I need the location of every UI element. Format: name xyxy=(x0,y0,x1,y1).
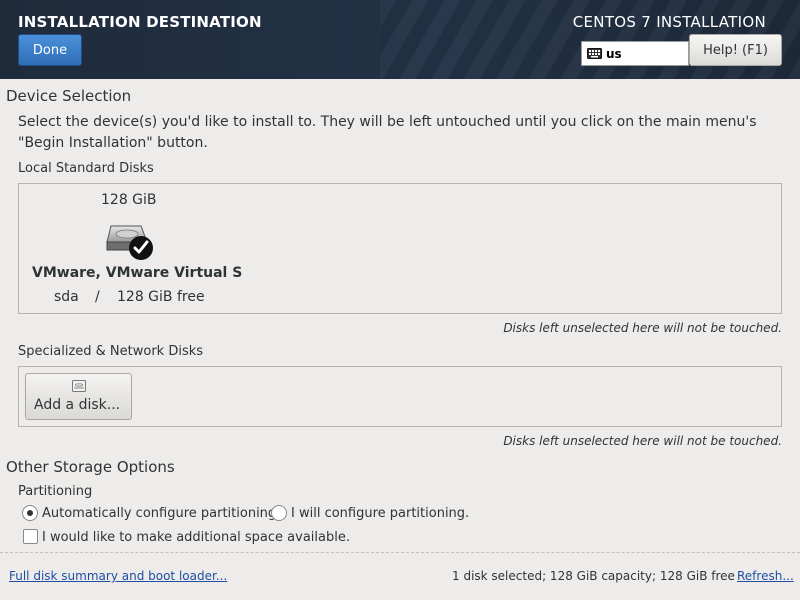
manual-partitioning-radio[interactable] xyxy=(271,505,287,521)
instruction-text-line1: Select the device(s) you'd like to insta… xyxy=(18,114,757,130)
manual-partitioning-label[interactable]: I will configure partitioning. xyxy=(291,506,469,521)
device-selection-heading: Device Selection xyxy=(6,87,132,105)
local-disks-panel: 128 GiB VMware, VMware Virtual S sda / 1… xyxy=(18,183,782,314)
auto-partitioning-radio[interactable] xyxy=(22,505,38,521)
disk-icon xyxy=(72,380,86,392)
keyboard-layout-label: us xyxy=(606,46,622,61)
keyboard-icon xyxy=(587,48,602,59)
partitioning-heading: Partitioning xyxy=(18,484,93,499)
instruction-text-line2: "Begin Installation" button. xyxy=(18,135,208,151)
local-disks-note: Disks left unselected here will not be t… xyxy=(503,321,782,335)
local-disks-heading: Local Standard Disks xyxy=(18,161,154,176)
specialized-disks-note: Disks left unselected here will not be t… xyxy=(503,434,782,448)
page-title: INSTALLATION DESTINATION xyxy=(18,13,262,31)
product-title: CENTOS 7 INSTALLATION xyxy=(572,13,766,31)
disk-free-space: 128 GiB free xyxy=(117,289,205,305)
auto-partitioning-label[interactable]: Automatically configure partitioning. xyxy=(42,506,280,521)
disk-tile-sda[interactable]: 128 GiB VMware, VMware Virtual S sda / 1… xyxy=(19,184,243,313)
header-bar: INSTALLATION DESTINATION Done CENTOS 7 I… xyxy=(0,0,800,79)
specialized-disks-heading: Specialized & Network Disks xyxy=(18,344,204,359)
specialized-disks-panel xyxy=(18,366,782,427)
add-disk-button[interactable]: Add a disk... xyxy=(25,373,132,420)
other-storage-heading: Other Storage Options xyxy=(6,458,175,476)
hard-disk-icon xyxy=(106,225,153,260)
add-disk-label: Add a disk... xyxy=(34,397,121,413)
disk-size: 128 GiB xyxy=(101,192,157,208)
disk-separator: / xyxy=(95,289,100,305)
disk-device: sda xyxy=(54,289,79,305)
done-button[interactable]: Done xyxy=(18,34,82,66)
keyboard-layout-indicator[interactable]: us xyxy=(581,41,689,66)
additional-space-checkbox[interactable] xyxy=(23,529,38,544)
footer-divider xyxy=(0,552,800,553)
full-disk-summary-link[interactable]: Full disk summary and boot loader... xyxy=(9,569,227,583)
refresh-link[interactable]: Refresh... xyxy=(737,569,794,583)
disk-name: VMware, VMware Virtual S xyxy=(32,265,243,281)
help-button[interactable]: Help! (F1) xyxy=(689,34,782,66)
disk-status-text: 1 disk selected; 128 GiB capacity; 128 G… xyxy=(452,569,735,583)
additional-space-label[interactable]: I would like to make additional space av… xyxy=(42,530,350,545)
